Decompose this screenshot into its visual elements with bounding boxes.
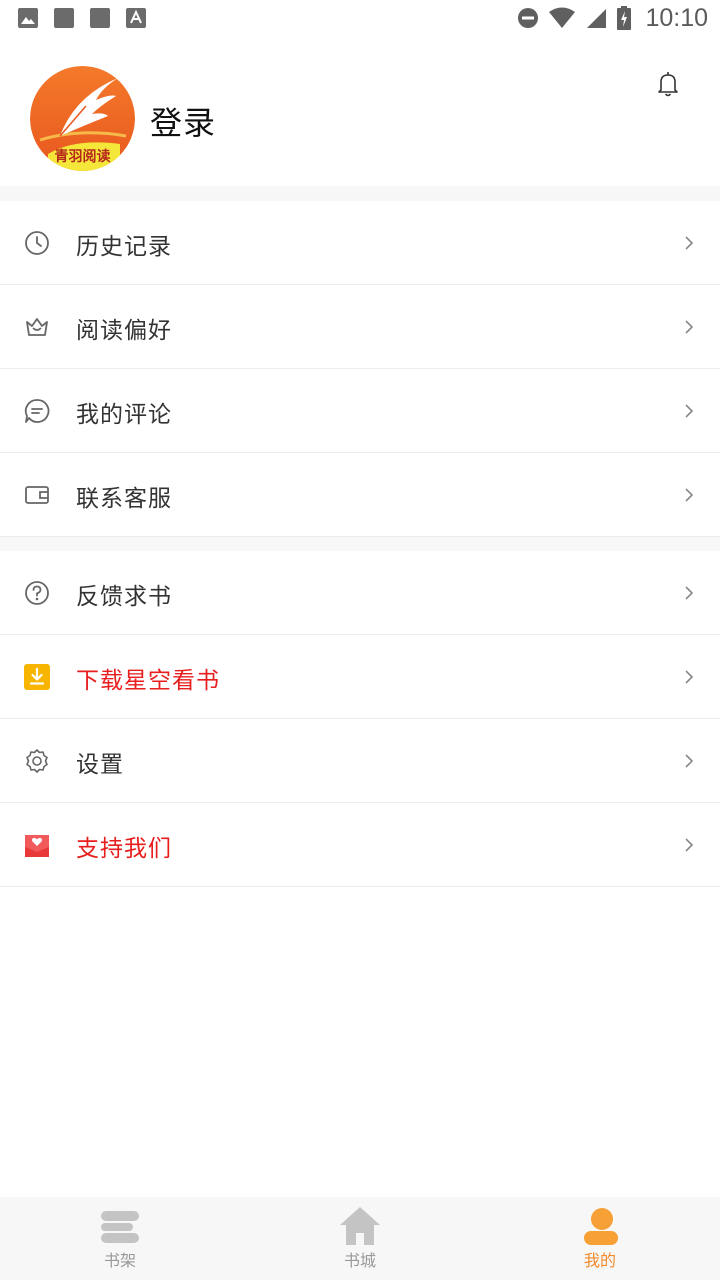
bottom-nav: 书架 书城 我的 xyxy=(0,1197,720,1280)
menu-item-label: 支持我们 xyxy=(76,836,172,862)
chevron-right-icon xyxy=(685,838,694,852)
nav-label: 书城 xyxy=(343,1251,376,1270)
wifi-icon xyxy=(549,7,576,28)
menu-item-label: 反馈求书 xyxy=(76,584,172,610)
section-divider xyxy=(0,186,720,201)
wallet-icon xyxy=(25,486,49,504)
menu-item-label: 下载星空看书 xyxy=(76,668,220,694)
section-divider xyxy=(0,537,720,551)
menu-group-2: 反馈求书 下载星空看书 设置 支持我们 xyxy=(0,551,720,887)
do-not-disturb-icon xyxy=(518,8,539,28)
nav-label: 书架 xyxy=(103,1251,136,1270)
menu-item-label: 历史记录 xyxy=(76,234,172,260)
home-icon xyxy=(340,1207,380,1245)
bell-icon[interactable] xyxy=(654,70,682,98)
login-link[interactable]: 登录 xyxy=(150,98,216,144)
menu-item-label: 设置 xyxy=(76,752,124,778)
clock-icon xyxy=(25,231,49,255)
menu-item-settings[interactable]: 设置 xyxy=(0,719,720,803)
chevron-right-icon xyxy=(685,320,694,334)
question-icon xyxy=(25,581,49,605)
comment-icon xyxy=(24,399,50,423)
status-right: 10:10 xyxy=(517,4,708,33)
menu-item-reading-preference[interactable]: 阅读偏好 xyxy=(0,285,720,369)
menu-item-feedback[interactable]: 反馈求书 xyxy=(0,551,720,635)
crown-icon xyxy=(26,318,48,336)
status-bar: 10:10 xyxy=(0,0,720,36)
a-icon xyxy=(126,8,146,28)
bookshelf-icon xyxy=(101,1211,139,1243)
menu-item-label: 联系客服 xyxy=(76,486,172,512)
nav-label: 我的 xyxy=(583,1251,616,1270)
menu-item-history[interactable]: 历史记录 xyxy=(0,201,720,285)
image-icon xyxy=(18,8,38,28)
nav-item-bookshelf[interactable]: 书架 xyxy=(0,1197,240,1280)
avatar[interactable]: 青羽阅读 xyxy=(30,66,135,171)
chevron-right-icon xyxy=(685,488,694,502)
status-left xyxy=(18,8,146,28)
chevron-right-icon xyxy=(685,236,694,250)
chevron-right-icon xyxy=(685,586,694,600)
download-icon xyxy=(24,664,50,690)
square-icon xyxy=(54,8,74,28)
heart-envelope-icon xyxy=(25,835,49,857)
avatar-text: 青羽阅读 xyxy=(54,149,111,165)
profile-header: 青羽阅读 登录 xyxy=(0,36,720,186)
chevron-right-icon xyxy=(685,670,694,684)
menu-item-my-comments[interactable]: 我的评论 xyxy=(0,369,720,453)
square-icon xyxy=(90,8,110,28)
chevron-right-icon xyxy=(685,754,694,768)
menu-item-download-app[interactable]: 下载星空看书 xyxy=(0,635,720,719)
nav-item-mine[interactable]: 我的 xyxy=(480,1197,720,1280)
menu-item-contact-service[interactable]: 联系客服 xyxy=(0,453,720,537)
chevron-right-icon xyxy=(685,404,694,418)
person-icon xyxy=(584,1208,618,1245)
nav-item-bookstore[interactable]: 书城 xyxy=(240,1197,480,1280)
gear-icon xyxy=(26,749,48,773)
menu-item-label: 我的评论 xyxy=(76,402,172,428)
screen: 10:10 青羽阅读 登录 历史记录 阅读偏好 我的评论 联系客服 反馈求书 下… xyxy=(0,0,720,1280)
menu-group-1: 历史记录 阅读偏好 我的评论 联系客服 xyxy=(0,201,720,537)
status-time: 10:10 xyxy=(645,3,708,32)
menu-item-label: 阅读偏好 xyxy=(76,318,172,344)
menu-item-support-us[interactable]: 支持我们 xyxy=(0,803,720,887)
battery-icon xyxy=(617,6,632,30)
signal-icon xyxy=(587,9,607,28)
